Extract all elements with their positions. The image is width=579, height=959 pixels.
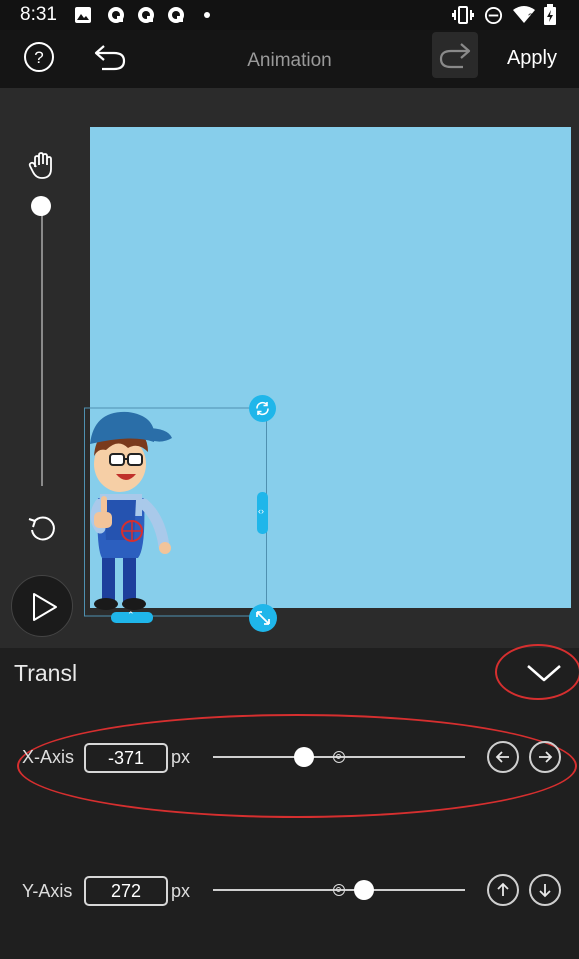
- y-axis-value-input[interactable]: 272: [84, 876, 168, 906]
- y-axis-unit: px: [171, 881, 191, 901]
- x-axis-unit: px: [171, 747, 191, 767]
- y-axis-up-button[interactable]: [487, 874, 519, 906]
- y-axis-slider-thumb[interactable]: [354, 880, 374, 900]
- stretch-horizontal-handle[interactable]: ‹›: [257, 492, 268, 534]
- character-sprite[interactable]: [88, 408, 180, 613]
- stretch-arrows-icon: ⌃: [127, 610, 135, 620]
- y-axis-down-button[interactable]: [529, 874, 561, 906]
- translate-panel: Transl X-Axis -371 px Y-Axis 272 px: [0, 644, 579, 959]
- y-axis-origin-marker-icon: [333, 884, 345, 896]
- stretch-vertical-handle[interactable]: ⌃: [111, 610, 153, 623]
- redo-button[interactable]: [432, 32, 478, 78]
- scale-diagonal-icon: [256, 611, 270, 625]
- status-time: 8:31: [20, 4, 57, 25]
- arrow-right-icon: [539, 751, 553, 763]
- app-notification-icon: [138, 7, 154, 23]
- zoom-slider-thumb[interactable]: [31, 196, 51, 216]
- scale-handle[interactable]: [249, 604, 277, 632]
- svg-text:?: ?: [528, 12, 533, 22]
- wifi-icon: ?: [513, 6, 535, 23]
- x-axis-right-button[interactable]: [529, 741, 561, 773]
- more-notifications-dot-icon: [204, 12, 210, 18]
- x-axis-origin-marker-icon: [333, 751, 345, 763]
- apply-button[interactable]: Apply: [507, 47, 557, 70]
- vibrate-icon: [452, 6, 474, 24]
- gallery-notification-icon: [75, 7, 91, 23]
- app-notification-icon: [108, 7, 124, 23]
- arrow-up-icon: [497, 882, 509, 896]
- x-axis-left-button[interactable]: [487, 741, 519, 773]
- reset-rotate-icon[interactable]: [26, 512, 58, 544]
- zoom-slider-track[interactable]: [41, 206, 43, 486]
- arrow-down-icon: [539, 884, 551, 898]
- rotate-handle[interactable]: [249, 395, 276, 422]
- play-button[interactable]: [11, 575, 73, 637]
- page-title: Animation: [247, 50, 332, 71]
- workspace: ‹› ⌃: [0, 88, 579, 648]
- x-axis-slider-thumb[interactable]: [294, 747, 314, 767]
- play-icon: [33, 593, 57, 621]
- x-axis-label: X-Axis: [22, 747, 75, 767]
- stretch-arrows-icon: ‹›: [258, 506, 264, 516]
- x-axis-value-input[interactable]: -371: [84, 743, 168, 773]
- do-not-disturb-icon: [484, 6, 503, 25]
- y-axis-label: Y-Axis: [22, 881, 73, 901]
- battery-icon: [544, 4, 556, 25]
- redo-icon: [439, 43, 471, 69]
- panel-title: Transl: [14, 660, 78, 686]
- annotation-circle: [495, 644, 579, 700]
- app-notification-icon: [168, 7, 184, 23]
- rotate-icon: [256, 401, 269, 416]
- status-bar: 8:31 ?: [0, 0, 579, 30]
- arrow-left-icon: [495, 751, 509, 763]
- top-toolbar: ? Animation Apply: [0, 30, 579, 88]
- hand-pan-icon[interactable]: [26, 150, 58, 182]
